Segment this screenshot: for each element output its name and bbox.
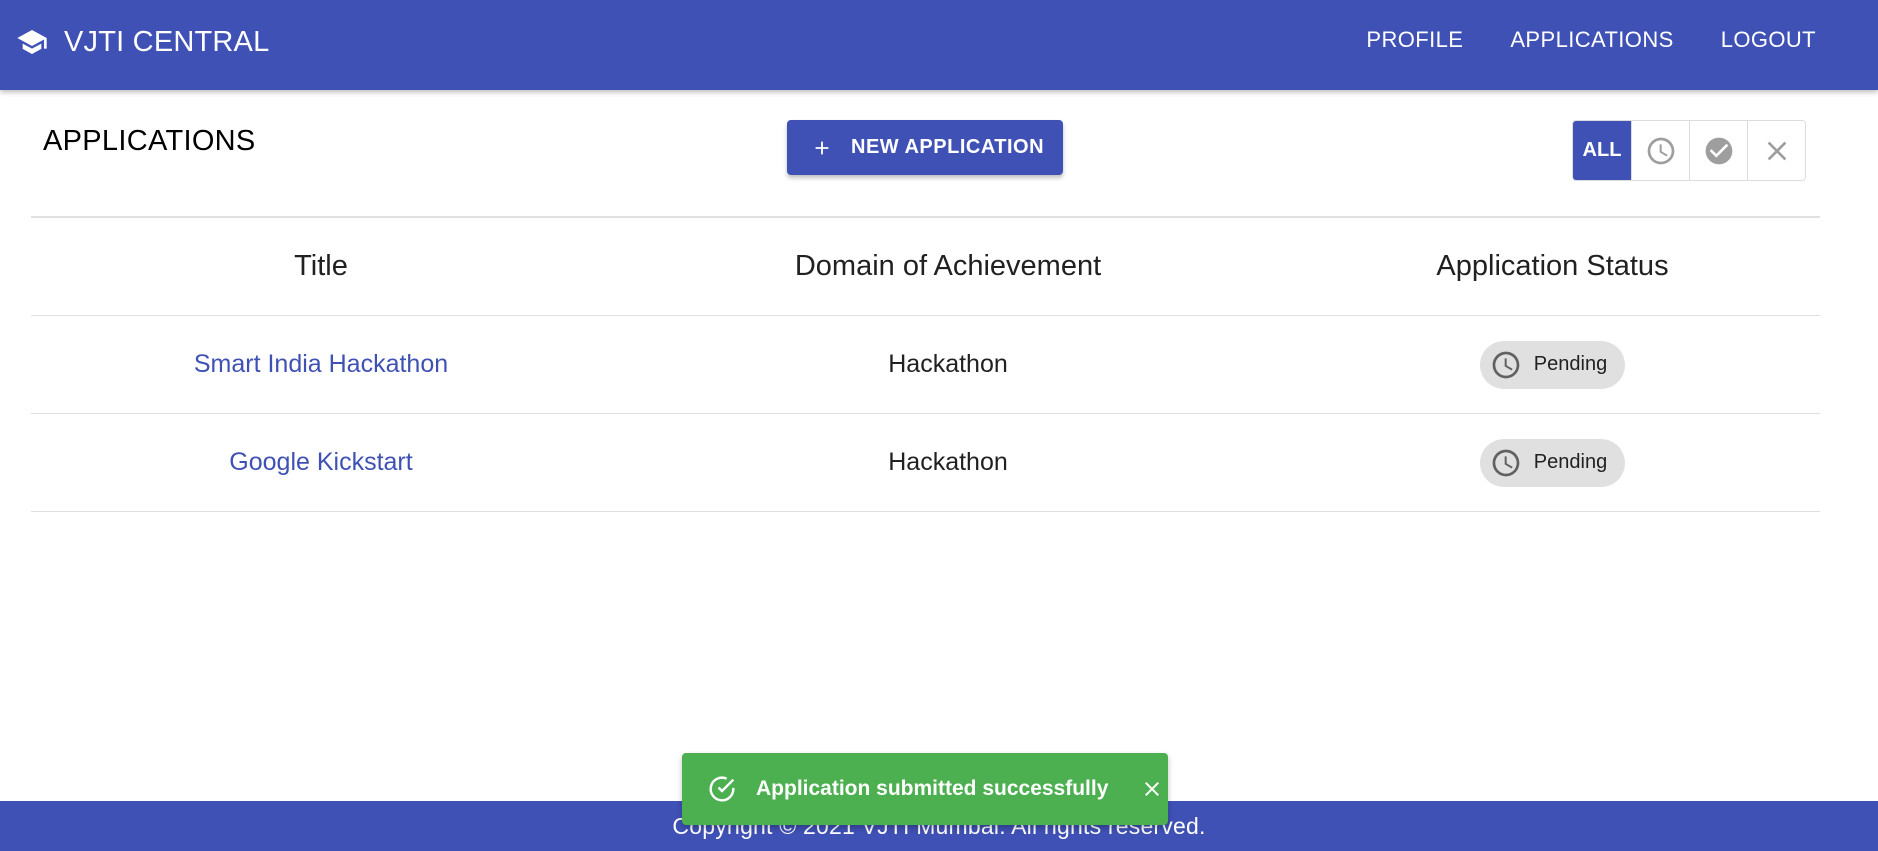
nav-logout[interactable]: LOGOUT (1721, 27, 1816, 53)
new-application-button[interactable]: NEW APPLICATION (787, 120, 1063, 175)
success-snackbar: Application submitted successfully (682, 753, 1168, 825)
check-circle-outline-icon (709, 776, 735, 802)
filter-all-label: ALL (1582, 139, 1622, 161)
filter-pending-button[interactable] (1631, 121, 1689, 180)
clock-icon (1492, 449, 1520, 476)
status-badge: Pending (1479, 340, 1626, 389)
applications-table: Title Domain of Achievement Application … (31, 216, 1820, 512)
application-title-link[interactable]: Google Kickstart (229, 448, 412, 476)
new-application-label: NEW APPLICATION (851, 136, 1045, 158)
close-icon (1767, 141, 1786, 160)
table-row: Smart India Hackathon Hackathon Pending (31, 316, 1820, 414)
table-row: Google Kickstart Hackathon Pending (31, 414, 1820, 512)
status-badge: Pending (1479, 438, 1626, 487)
check-circle-icon (1705, 137, 1732, 164)
column-header-status: Application Status (1436, 250, 1669, 282)
graduation-cap-icon (17, 30, 47, 54)
column-header-title: Title (294, 250, 348, 282)
nav-profile[interactable]: PROFILE (1366, 27, 1463, 53)
nav-applications[interactable]: APPLICATIONS (1510, 27, 1673, 53)
close-icon[interactable] (1140, 777, 1164, 801)
page-title: APPLICATIONS (43, 125, 256, 157)
status-label: Pending (1533, 353, 1608, 375)
domain-cell: Hackathon (888, 350, 1008, 378)
brand: VJTI CENTRAL (16, 24, 269, 60)
app-bar: VJTI CENTRAL PROFILE APPLICATIONS LOGOUT (0, 0, 1878, 90)
snackbar-message: Application submitted successfully (756, 777, 1109, 800)
filter-all-button[interactable]: ALL (1573, 121, 1631, 180)
filter-rejected-button[interactable] (1747, 121, 1805, 180)
column-header-domain: Domain of Achievement (794, 250, 1102, 282)
clock-icon (1647, 137, 1674, 164)
application-title-link[interactable]: Smart India Hackathon (194, 350, 448, 378)
domain-cell: Hackathon (888, 448, 1008, 476)
top-nav: PROFILE APPLICATIONS LOGOUT (1319, 27, 1816, 53)
app-title: VJTI CENTRAL (64, 25, 270, 58)
clock-icon (1492, 351, 1520, 378)
plus-icon (815, 141, 829, 154)
filter-approved-button[interactable] (1689, 121, 1747, 180)
status-label: Pending (1533, 451, 1608, 473)
status-filter-group: ALL (1572, 120, 1806, 181)
table-header-row: Title Domain of Achievement Application … (31, 218, 1820, 316)
